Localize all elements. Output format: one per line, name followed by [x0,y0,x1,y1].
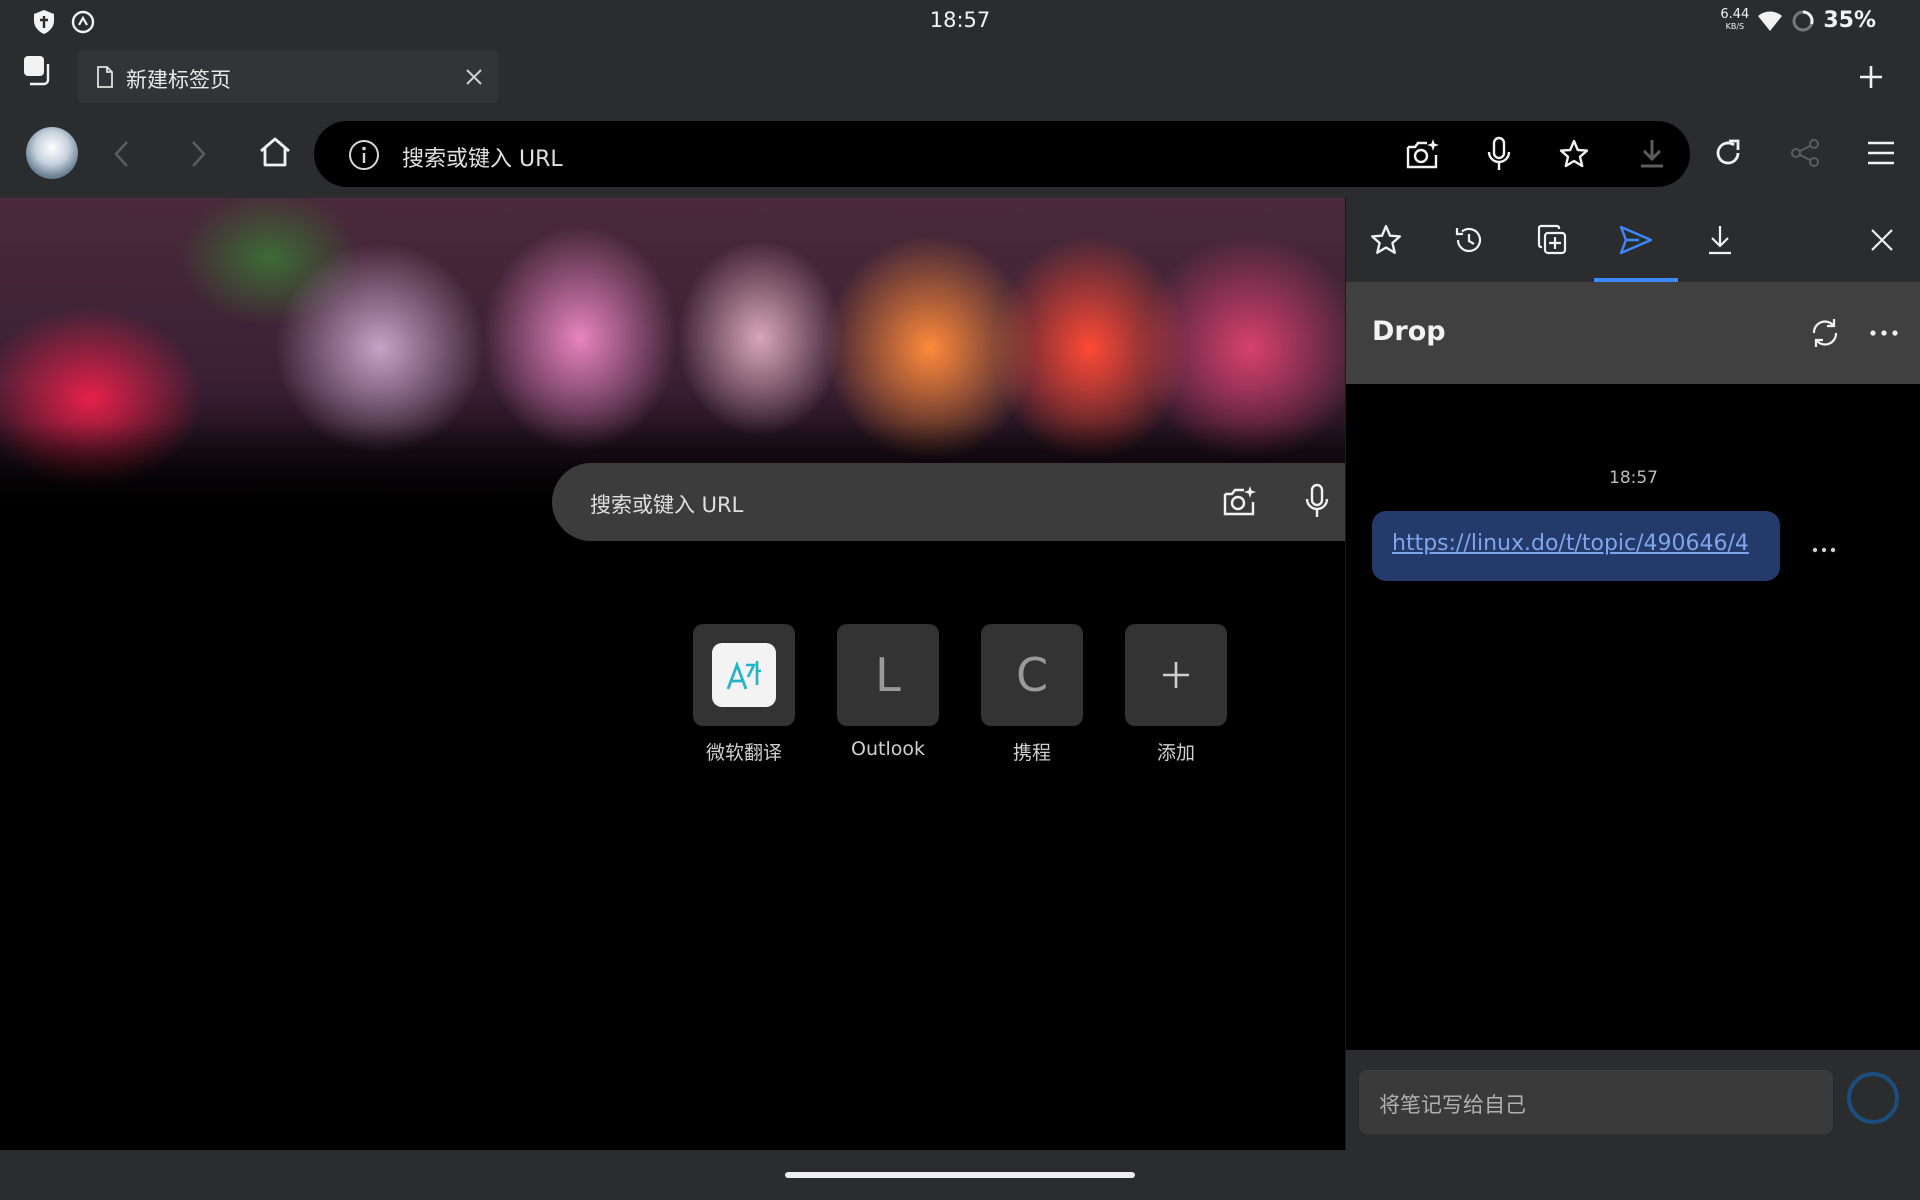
status-right: 6.44 KB/S 35% [1720,6,1876,34]
menu-icon[interactable] [1866,140,1896,166]
wifi-icon [1757,10,1783,32]
message-timestamp: 18:57 [1609,468,1658,488]
status-time: 18:57 [929,8,991,32]
panel-title: Drop [1372,316,1446,347]
plus-icon [1163,662,1189,688]
sync-icon[interactable] [1808,316,1842,350]
address-placeholder: 搜索或键入 URL [402,147,563,172]
avatar[interactable] [26,127,78,179]
tile-box: L [837,624,939,726]
translator-icon [712,643,776,707]
forward-icon[interactable] [190,140,208,168]
tile-outlook[interactable]: L Outlook [837,624,939,760]
microphone-icon[interactable] [1304,483,1330,519]
message-bubble: https://linux.do/t/topic/490646/4 [1372,511,1780,581]
tile-box [1125,624,1227,726]
tab-new-tab[interactable]: 新建标签页 [78,51,498,103]
close-panel-icon[interactable] [1860,218,1904,262]
battery-percent: 35% [1823,8,1876,33]
favorites-icon[interactable] [1364,218,1408,262]
refresh-icon[interactable] [1713,138,1743,168]
battery-icon [1791,9,1815,33]
address-bar[interactable]: 搜索或键入 URL [314,121,1690,187]
note-input[interactable]: 将笔记写给自己 [1359,1070,1833,1134]
side-panel: Drop 18:57 https://linux.do/t/topic/4906… [1345,198,1920,1150]
tab-switcher-icon[interactable] [22,54,56,88]
back-icon[interactable] [112,140,130,168]
tile-box: C [981,624,1083,726]
drop-header: Drop [1346,282,1920,384]
message-link[interactable]: https://linux.do/t/topic/490646/4 [1392,531,1749,556]
new-tab-icon[interactable] [1858,64,1884,90]
ntp-search-box[interactable]: 搜索或键入 URL [552,463,1352,541]
tile-add[interactable]: 添加 [1125,624,1227,765]
compose-bar: 将笔记写给自己 [1346,1050,1920,1150]
home-gesture-handle[interactable] [785,1172,1135,1178]
status-bar: 18:57 6.44 KB/S 35% [0,0,1920,44]
ntp-search-placeholder: 搜索或键入 URL [590,493,744,517]
collections-icon[interactable] [1530,218,1574,262]
tile-label: 添加 [1156,742,1195,764]
tile-letter: C [1015,648,1049,702]
message-more-icon[interactable] [1812,547,1836,553]
net-speed: 6.44 KB/S [1720,6,1750,31]
microphone-icon[interactable] [1486,136,1512,172]
tile-label: 携程 [1012,742,1051,764]
info-icon[interactable] [348,139,380,171]
drop-icon[interactable] [1614,218,1658,262]
more-options-icon[interactable] [1870,330,1898,336]
close-tab-icon[interactable] [466,69,482,85]
tile-box [693,624,795,726]
navigation-bar [0,1150,1920,1200]
page-icon [96,66,114,88]
share-icon[interactable] [1790,138,1820,168]
download-icon[interactable] [1639,138,1665,170]
tile-label: 微软翻译 [705,742,782,764]
note-input-placeholder: 将笔记写给自己 [1379,1093,1526,1117]
downloads-icon[interactable] [1698,218,1742,262]
tab-strip: 新建标签页 [0,44,1920,110]
tile-translator[interactable]: 微软翻译 [693,624,795,765]
home-icon[interactable] [258,136,292,168]
history-icon[interactable] [1447,218,1491,262]
tile-ctrip[interactable]: C 携程 [981,624,1083,765]
send-button[interactable] [1847,1072,1899,1124]
panel-tabs [1346,198,1920,282]
toolbar: 搜索或键入 URL [0,110,1920,198]
visual-search-icon[interactable] [1222,484,1258,518]
star-icon[interactable] [1559,139,1589,169]
tile-label: Outlook [851,738,925,760]
tile-letter: L [875,648,901,702]
visual-search-icon[interactable] [1405,137,1441,171]
tab-title: 新建标签页 [126,68,231,92]
